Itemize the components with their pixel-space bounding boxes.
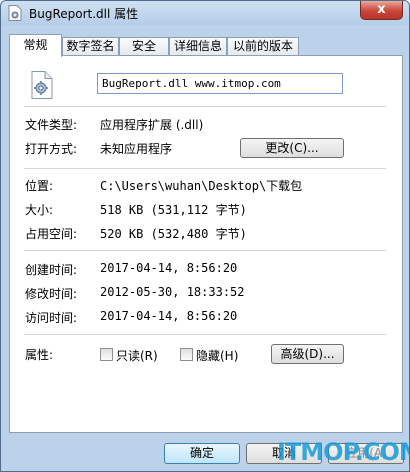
site-watermark: ITMOP.COM [277,438,410,466]
hidden-checkbox-label: 隐藏(H) [196,349,239,363]
tab-general[interactable]: 常规 [9,34,62,57]
size-on-disk-label: 占用空间: [25,227,78,241]
tab-details[interactable]: 详细信息 [169,37,227,56]
window-title: BugReport.dll 属性 [29,7,139,21]
created-label: 创建时间: [25,263,78,277]
tab-security[interactable]: 安全 [119,37,169,56]
properties-dialog: BugReport.dll 属性 x 常规 数字签名 安全 详细信息 以前的版本… [0,0,410,472]
file-type-value: 应用程序扩展 (.dll) [100,118,204,132]
general-panel: 文件类型: 应用程序扩展 (.dll) 打开方式: 未知应用程序 更改(C)..… [9,55,403,433]
divider [24,168,386,169]
readonly-checkbox[interactable] [100,348,113,361]
open-with-label: 打开方式: [25,142,78,156]
tab-previous-versions[interactable]: 以前的版本 [227,37,299,56]
location-value: C:\Users\wuhan\Desktop\下载包 [100,179,303,193]
dll-file-large-icon [31,71,53,99]
title-bar: BugReport.dll 属性 x [1,1,409,25]
size-on-disk-value: 520 KB (532,480 字节) [100,227,247,241]
file-type-label: 文件类型: [25,118,78,132]
close-icon: x [377,2,386,17]
close-button[interactable]: x [360,1,403,20]
divider [24,334,386,335]
created-value: 2017-04-14, 8:56:20 [100,261,238,275]
change-button[interactable]: 更改(C)... [240,138,344,158]
accessed-label: 访问时间: [25,311,78,325]
modified-label: 修改时间: [25,287,78,301]
hidden-checkbox[interactable] [180,348,193,361]
dll-file-icon [8,5,22,21]
divider [24,250,386,251]
open-with-value: 未知应用程序 [100,142,173,156]
divider [24,106,386,107]
attributes-label: 属性: [25,348,54,362]
size-label: 大小: [25,203,54,217]
size-value: 518 KB (531,112 字节) [100,203,247,217]
accessed-value: 2017-04-14, 8:56:20 [100,309,238,323]
readonly-checkbox-label: 只读(R) [116,349,158,363]
advanced-button[interactable]: 高级(D)... [271,344,344,364]
ok-button[interactable]: 确定 [164,443,240,464]
file-name-input[interactable] [97,73,343,94]
modified-value: 2012-05-30, 18:33:52 [100,285,245,299]
tab-digital-signatures[interactable]: 数字签名 [62,37,119,56]
location-label: 位置: [25,179,54,193]
